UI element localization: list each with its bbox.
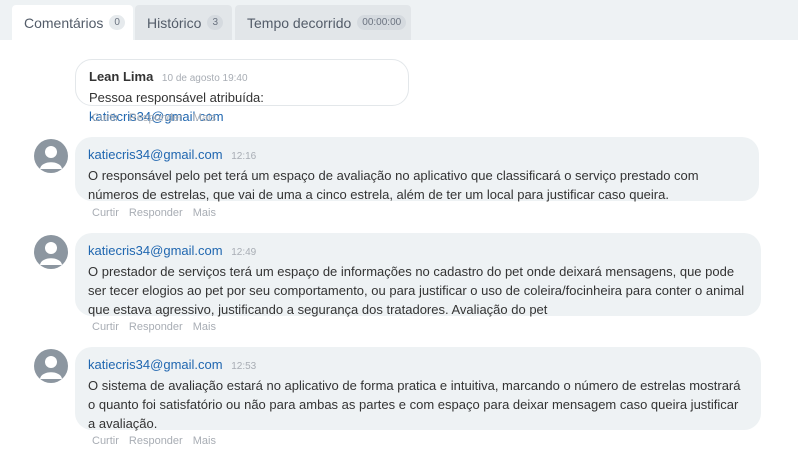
more-button[interactable]: Mais	[193, 321, 216, 333]
tab-history-badge: 3	[207, 15, 224, 30]
system-comment-bubble: Lean Lima 10 de agosto 19:40 Pessoa resp…	[75, 59, 409, 124]
tab-elapsed-time-badge: 00:00:00	[357, 15, 407, 30]
comment-actions: Curtir Responder Mais	[92, 207, 226, 219]
comments-panel: Lean Lima 10 de agosto 19:40 Pessoa resp…	[0, 40, 798, 459]
reply-button[interactable]: Responder	[129, 207, 183, 219]
user-icon	[40, 242, 62, 265]
comment-actions: Curtir Responder Mais	[92, 435, 226, 447]
like-button[interactable]: Curtir	[92, 112, 119, 124]
avatar[interactable]	[34, 349, 68, 383]
user-icon	[40, 146, 62, 169]
tab-history[interactable]: Histórico 3	[135, 5, 232, 40]
reply-button[interactable]: Responder	[129, 435, 183, 447]
comment-author[interactable]: katiecris34@gmail.com	[88, 357, 223, 372]
like-button[interactable]: Curtir	[92, 321, 119, 333]
tab-bar: Comentários 0 Histórico 3 Tempo decorrid…	[0, 0, 798, 40]
comment-author[interactable]: katiecris34@gmail.com	[88, 147, 223, 162]
comment-actions: Curtir Responder Mais	[92, 321, 226, 333]
more-button[interactable]: Mais	[193, 435, 216, 447]
reply-button[interactable]: Responder	[129, 321, 183, 333]
comment-author[interactable]: katiecris34@gmail.com	[88, 243, 223, 258]
tab-history-label: Histórico	[147, 14, 202, 31]
comment-time: 12:16	[231, 151, 257, 162]
comment-text: O responsável pelo pet terá um espaço de…	[88, 168, 699, 202]
comment-text: O sistema de avaliação estará no aplicat…	[88, 378, 741, 431]
comment-author[interactable]: Lean Lima	[89, 69, 153, 84]
tab-elapsed-time-label: Tempo decorrido	[247, 14, 352, 31]
comment-bubble: katiecris34@gmail.com 12:16 O responsáve…	[75, 137, 759, 202]
comment-actions: Curtir Responder Mais	[92, 112, 226, 124]
comment-bubble: katiecris34@gmail.com 12:53 O sistema de…	[75, 347, 761, 431]
comment-time: 12:53	[231, 361, 257, 372]
comment-text: O prestador de serviços terá um espaço d…	[88, 264, 745, 317]
more-button[interactable]: Mais	[193, 112, 216, 124]
tab-comments-label: Comentários	[24, 14, 104, 31]
comment-time: 12:49	[231, 247, 257, 258]
tab-comments[interactable]: Comentários 0	[12, 5, 133, 40]
tab-elapsed-time[interactable]: Tempo decorrido 00:00:00	[235, 5, 411, 40]
reply-button[interactable]: Responder	[129, 112, 183, 124]
comment-text-prefix: Pessoa responsável atribuída:	[89, 90, 264, 105]
avatar[interactable]	[34, 139, 68, 173]
comment-bubble: katiecris34@gmail.com 12:49 O prestador …	[75, 233, 761, 317]
user-icon	[40, 356, 62, 379]
like-button[interactable]: Curtir	[92, 435, 119, 447]
more-button[interactable]: Mais	[193, 207, 216, 219]
tab-comments-badge: 0	[109, 15, 125, 30]
like-button[interactable]: Curtir	[92, 207, 119, 219]
avatar[interactable]	[34, 235, 68, 269]
comment-time: 10 de agosto 19:40	[161, 73, 248, 84]
